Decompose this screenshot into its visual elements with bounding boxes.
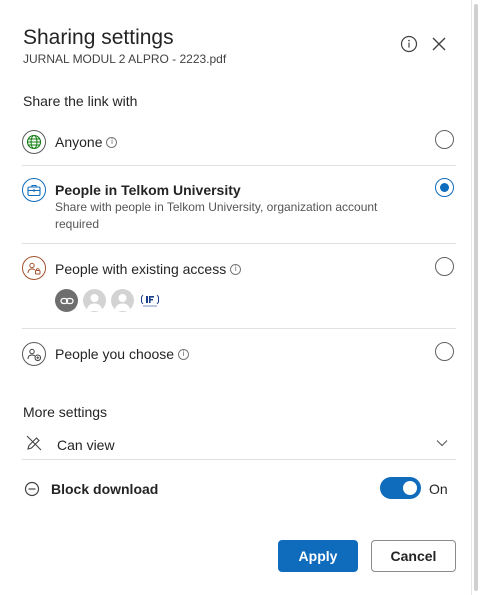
sharing-settings-panel: Sharing settings JURNAL MODUL 2 ALPRO - … [0, 0, 471, 595]
block-download-toggle[interactable] [380, 477, 421, 499]
share-option-description: Share with people in Telkom University, … [55, 200, 378, 231]
share-option-anyone[interactable]: Anyone i [22, 118, 456, 166]
person-icon [114, 294, 131, 311]
link-icon [59, 297, 74, 304]
radio-existing-access[interactable] [435, 257, 454, 276]
info-small-icon[interactable]: i [178, 348, 190, 360]
share-option-label: People in Telkom University [55, 182, 241, 198]
panel-title: Sharing settings [23, 26, 174, 49]
apply-button[interactable]: Apply [278, 540, 358, 572]
share-option-label: People you choose i [55, 346, 190, 362]
scrollbar[interactable] [471, 0, 480, 595]
scrollbar-thumb[interactable] [474, 4, 478, 591]
person-avatar [111, 289, 134, 312]
more-settings-label: More settings [23, 404, 108, 420]
close-button[interactable] [428, 33, 450, 55]
people-add-icon [22, 342, 46, 366]
existing-access-avatars [55, 289, 166, 312]
pencil-off-icon [26, 435, 42, 451]
info-small-icon[interactable]: i [106, 136, 118, 148]
file-name: JURNAL MODUL 2 ALPRO - 2223.pdf [23, 52, 227, 66]
cancel-button[interactable]: Cancel [371, 540, 456, 572]
person-icon [86, 294, 103, 311]
info-button[interactable] [398, 33, 420, 55]
share-option-label: Anyone i [55, 134, 118, 150]
block-download-state: On [429, 481, 448, 497]
radio-anyone[interactable] [435, 130, 454, 149]
chevron-down-icon [436, 440, 448, 447]
share-option-organization[interactable]: People in Telkom University Share with p… [22, 166, 456, 244]
organization-logo-icon [141, 294, 159, 306]
permission-label: Can view [57, 437, 115, 453]
block-download-label: Block download [51, 481, 159, 497]
permission-dropdown[interactable]: Can view [22, 429, 456, 460]
radio-organization[interactable] [435, 178, 454, 197]
globe-icon [22, 130, 46, 154]
share-option-existing-access[interactable]: People with existing access i [22, 244, 456, 329]
close-icon [432, 37, 446, 51]
share-option-label: People with existing access i [55, 261, 242, 277]
share-section-label: Share the link with [23, 93, 138, 109]
radio-specific-people[interactable] [435, 342, 454, 361]
organization-logo-avatar [139, 289, 161, 312]
people-lock-icon [22, 256, 46, 280]
block-download-row: Block download On [22, 475, 456, 503]
share-option-specific-people[interactable]: People you choose i [22, 329, 456, 377]
person-avatar [83, 289, 106, 312]
share-option-anyone-text: Anyone [55, 134, 103, 150]
link-avatar [55, 289, 78, 312]
info-icon [400, 35, 418, 53]
block-icon [24, 481, 40, 497]
share-option-specific-text: People you choose [55, 346, 175, 362]
briefcase-icon [22, 178, 46, 202]
share-option-organization-text: People in Telkom University [55, 182, 241, 198]
info-small-icon[interactable]: i [230, 263, 242, 275]
share-option-existing-text: People with existing access [55, 261, 227, 277]
